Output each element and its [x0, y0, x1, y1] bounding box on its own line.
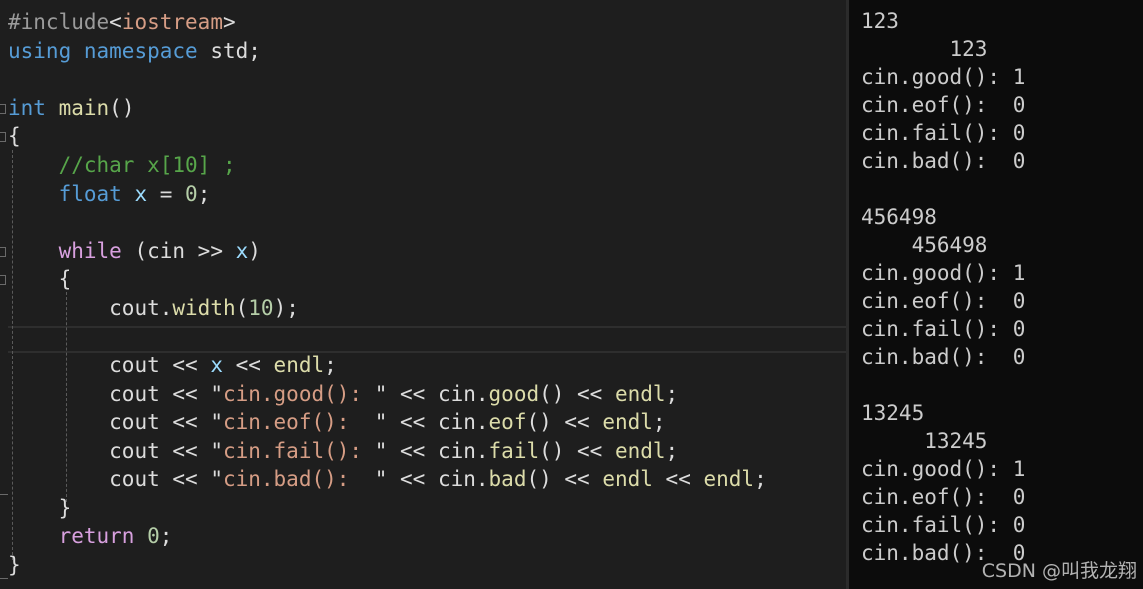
fold-toggle-icon[interactable] — [0, 247, 6, 257]
console-line: cin.eof(): 0 — [861, 289, 1026, 313]
console-line: 13245 — [861, 401, 925, 425]
code-line[interactable]: return 0; — [8, 522, 173, 550]
current-line-highlight — [8, 326, 846, 353]
fold-toggle-icon[interactable] — [0, 104, 6, 114]
block-end-marker — [0, 494, 8, 495]
code-line[interactable]: { — [8, 122, 21, 150]
watermark: CSDN @叫我龙翔 — [981, 560, 1137, 582]
console-line: 13245 — [861, 429, 988, 453]
fold-toggle-icon[interactable] — [0, 132, 6, 142]
code-line[interactable]: cout << "cin.bad(): " << cin.bad() << en… — [8, 465, 767, 493]
code-line[interactable]: int main() — [8, 94, 134, 122]
console-line: cin.good(): 1 — [861, 457, 1026, 481]
console-line: cin.good(): 1 — [861, 261, 1026, 285]
code-line[interactable]: cout << "cin.good(): " << cin.good() << … — [8, 380, 678, 408]
console-line: cin.fail(): 0 — [861, 121, 1026, 145]
console-line: cin.bad(): 0 — [861, 345, 1026, 369]
code-line[interactable]: cout << x << endl; — [8, 351, 337, 379]
console-line: cin.fail(): 0 — [861, 317, 1026, 341]
console-line: 123 — [861, 9, 899, 33]
console-line: cin.eof(): 0 — [861, 93, 1026, 117]
console-line: 456498 — [861, 233, 988, 257]
code-line[interactable]: } — [8, 494, 72, 522]
block-end-marker — [0, 578, 8, 579]
code-line[interactable]: using namespace std; — [8, 37, 261, 65]
code-line[interactable]: cout.width(10); — [8, 294, 299, 322]
console-line: cin.eof(): 0 — [861, 485, 1026, 509]
code-line[interactable]: { — [8, 265, 72, 293]
console-line: cin.bad(): 0 — [861, 149, 1026, 173]
code-line[interactable]: cout << "cin.fail(): " << cin.fail() << … — [8, 437, 678, 465]
console-line: 123 — [861, 37, 988, 61]
code-line[interactable]: cout << "cin.eof(): " << cin.eof() << en… — [8, 408, 665, 436]
code-line[interactable]: float x = 0; — [8, 180, 211, 208]
console-line: 456498 — [861, 205, 937, 229]
code-line[interactable]: while (cin >> x) — [8, 237, 261, 265]
console-line: cin.fail(): 0 — [861, 513, 1026, 537]
code-editor[interactable]: #include<iostream> using namespace std; … — [0, 0, 846, 589]
console-output[interactable]: 123 123 cin.good(): 1 cin.eof(): 0 cin.f… — [849, 0, 1143, 589]
code-line[interactable]: //char x[10] ; — [8, 151, 236, 179]
code-line[interactable]: #include<iostream> — [8, 8, 236, 36]
console-line: cin.good(): 1 — [861, 65, 1026, 89]
fold-toggle-icon[interactable] — [0, 275, 6, 285]
code-line[interactable]: } — [8, 551, 21, 579]
